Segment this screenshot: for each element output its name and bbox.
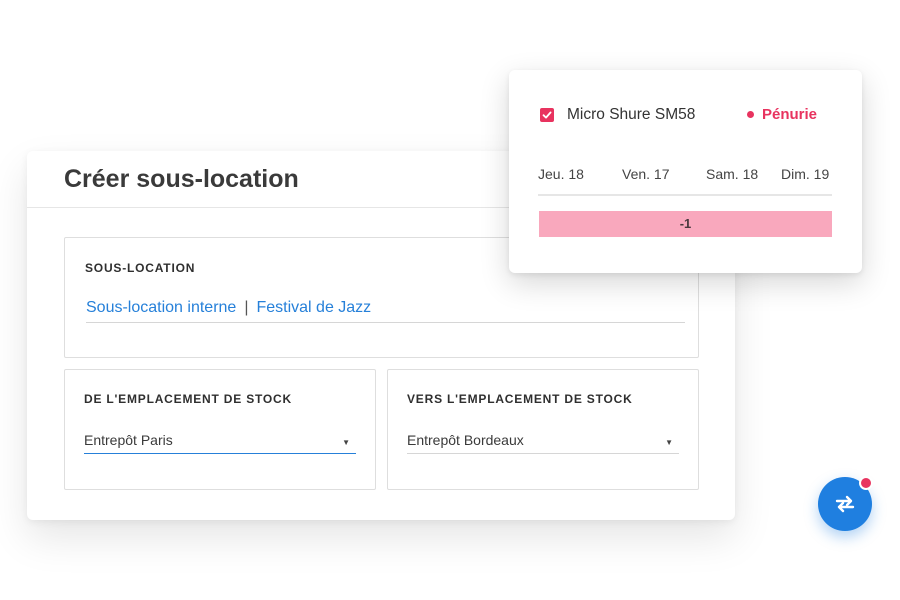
from-location-select[interactable]: Entrepôt Paris ▼ xyxy=(84,432,356,454)
day-header-row: Jeu. 18 Ven. 17 Sam. 18 Dim. 19 xyxy=(538,166,832,196)
item-name: Micro Shure SM58 xyxy=(567,106,696,123)
status-text: Pénurie xyxy=(762,106,818,123)
to-location-panel: VERS L'EMPLACEMENT DE STOCK Entrepôt Bor… xyxy=(387,369,699,490)
day-label: Sam. 18 xyxy=(706,166,759,182)
caret-down-icon: ▼ xyxy=(665,438,673,447)
availability-popup: Micro Shure SM58 Pénurie Jeu. 18 Ven. 17… xyxy=(509,70,862,273)
to-location-label: VERS L'EMPLACEMENT DE STOCK xyxy=(407,392,633,406)
from-location-label: DE L'EMPLACEMENT DE STOCK xyxy=(84,392,292,406)
notification-badge xyxy=(859,476,873,490)
to-location-select[interactable]: Entrepôt Bordeaux ▼ xyxy=(407,432,679,454)
caret-down-icon: ▼ xyxy=(342,438,350,447)
sous-location-label: SOUS-LOCATION xyxy=(85,261,196,275)
internal-sublocation-link[interactable]: Sous-location interne xyxy=(86,299,236,322)
day-label: Ven. 17 xyxy=(622,166,670,182)
from-location-panel: DE L'EMPLACEMENT DE STOCK Entrepôt Paris… xyxy=(64,369,376,490)
from-location-value: Entrepôt Paris xyxy=(84,432,173,448)
swap-arrows-icon xyxy=(835,495,855,513)
event-link[interactable]: Festival de Jazz xyxy=(256,299,371,322)
link-separator: | xyxy=(244,299,249,316)
status-badge: Pénurie xyxy=(747,106,817,123)
checkmark-icon xyxy=(542,111,552,119)
status-dot-icon xyxy=(747,111,754,118)
day-label: Jeu. 18 xyxy=(538,166,584,182)
shortage-bar: -1 xyxy=(539,211,832,237)
item-checkbox[interactable] xyxy=(540,108,554,122)
day-label: Dim. 19 xyxy=(781,166,830,182)
to-location-value: Entrepôt Bordeaux xyxy=(407,432,524,448)
page-title: Créer sous-location xyxy=(64,164,299,193)
sous-location-field: Sous-location interne | Festival de Jazz xyxy=(86,299,685,323)
